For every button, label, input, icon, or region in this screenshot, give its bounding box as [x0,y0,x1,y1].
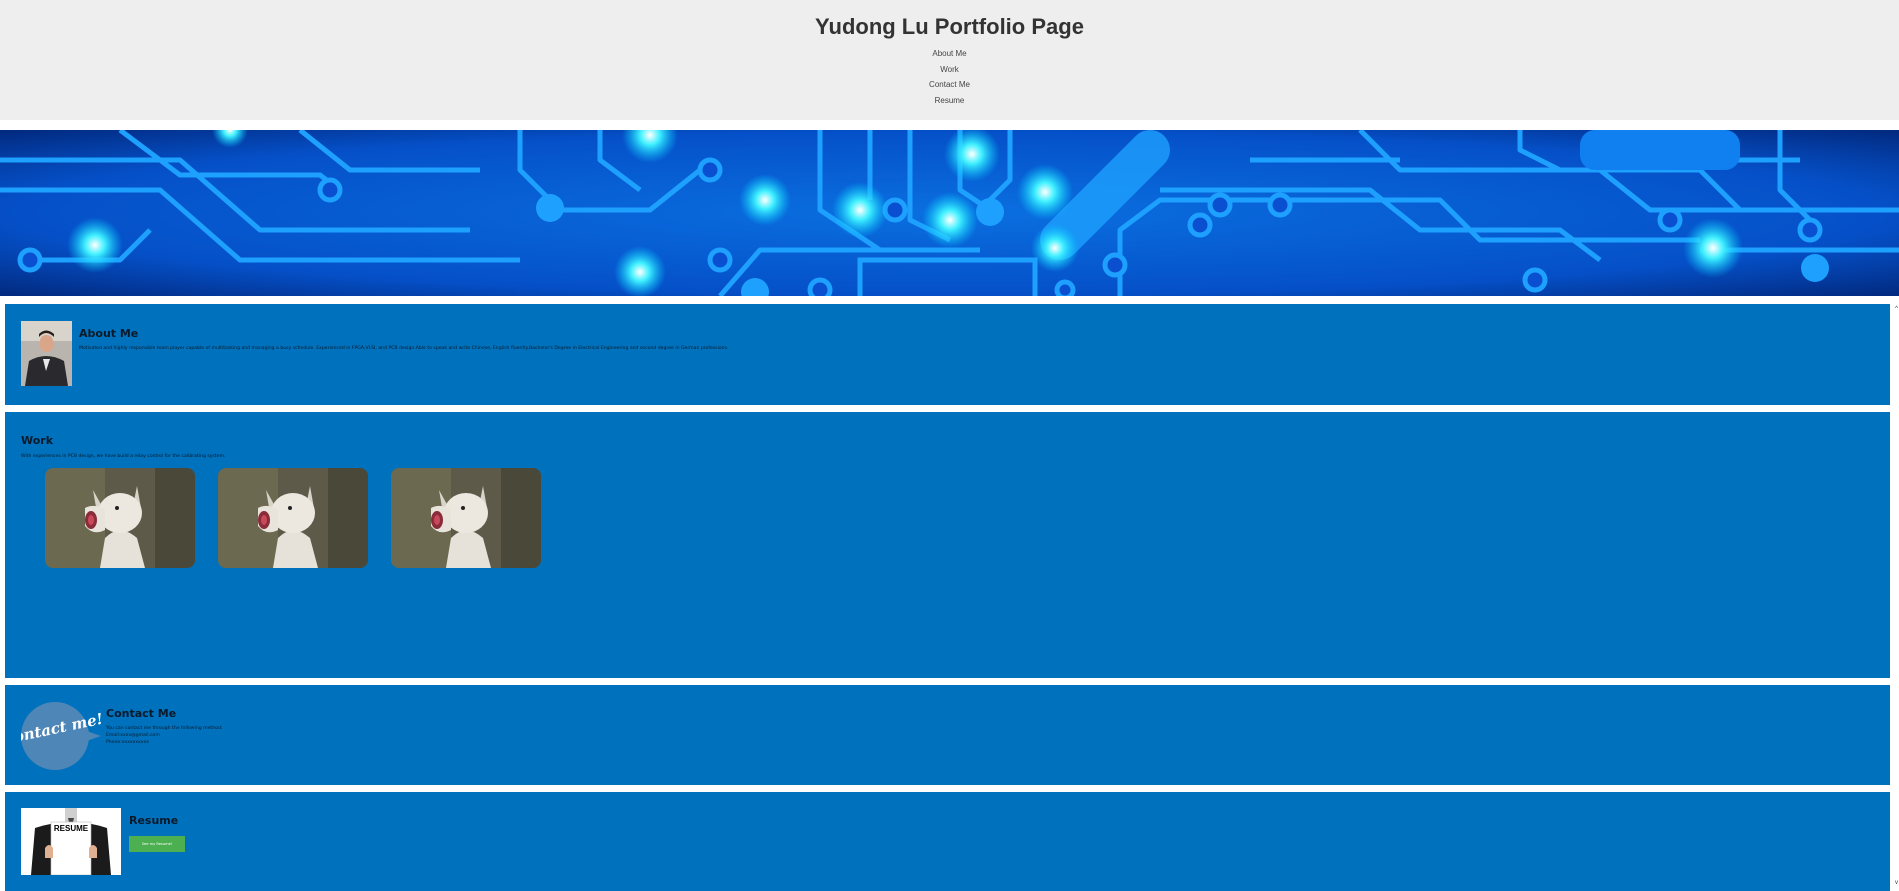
about-me-text: Motivated and highly responsible team pl… [79,346,729,351]
page-header: Yudong Lu Portfolio Page About Me Work C… [0,0,1899,120]
work-image-llama[interactable] [391,468,541,568]
scroll-down-arrow-icon[interactable]: v [1895,880,1898,886]
contact-me-section: Contact me! Contact Me You can contact m… [5,685,1890,785]
contact-email: Email:xxxx@gmail.com [106,733,160,738]
contact-me-title: Contact Me [106,707,177,720]
nav-menu: About Me Work Contact Me Resume [0,46,1899,108]
nav-item-contact-me[interactable]: Contact Me [0,77,1899,93]
nav-item-about-me[interactable]: About Me [0,46,1899,62]
scroll-up-arrow-icon[interactable]: ^ [1895,306,1898,312]
resume-title: Resume [129,814,179,827]
profile-photo [21,321,72,386]
resume-section: RESUME Resume See my Resume! [5,792,1890,891]
page-title: Yudong Lu Portfolio Page [815,14,1084,39]
work-image-llama[interactable] [45,468,195,568]
about-me-title: About Me [79,327,139,340]
work-image-llama[interactable] [218,468,368,568]
work-title: Work [21,434,54,447]
contact-me-badge-image: Contact me! [21,701,101,771]
resume-sign-text: RESUME [54,824,89,833]
nav-item-work[interactable]: Work [0,62,1899,78]
work-text: With experiences in PCB design, we have … [21,454,226,459]
about-me-section: About Me Motivated and highly responsibl… [5,304,1890,405]
nav-item-resume[interactable]: Resume [0,93,1899,109]
contact-phone: Phone:xxxxxxxxxx [106,740,149,745]
contact-me-intro: You can contact me through the following… [106,726,223,731]
work-section: Work With experiences in PCB design, we … [5,412,1890,678]
see-resume-button[interactable]: See my Resume! [129,836,185,852]
resume-image: RESUME [21,808,121,875]
circuit-banner-image [0,130,1899,296]
